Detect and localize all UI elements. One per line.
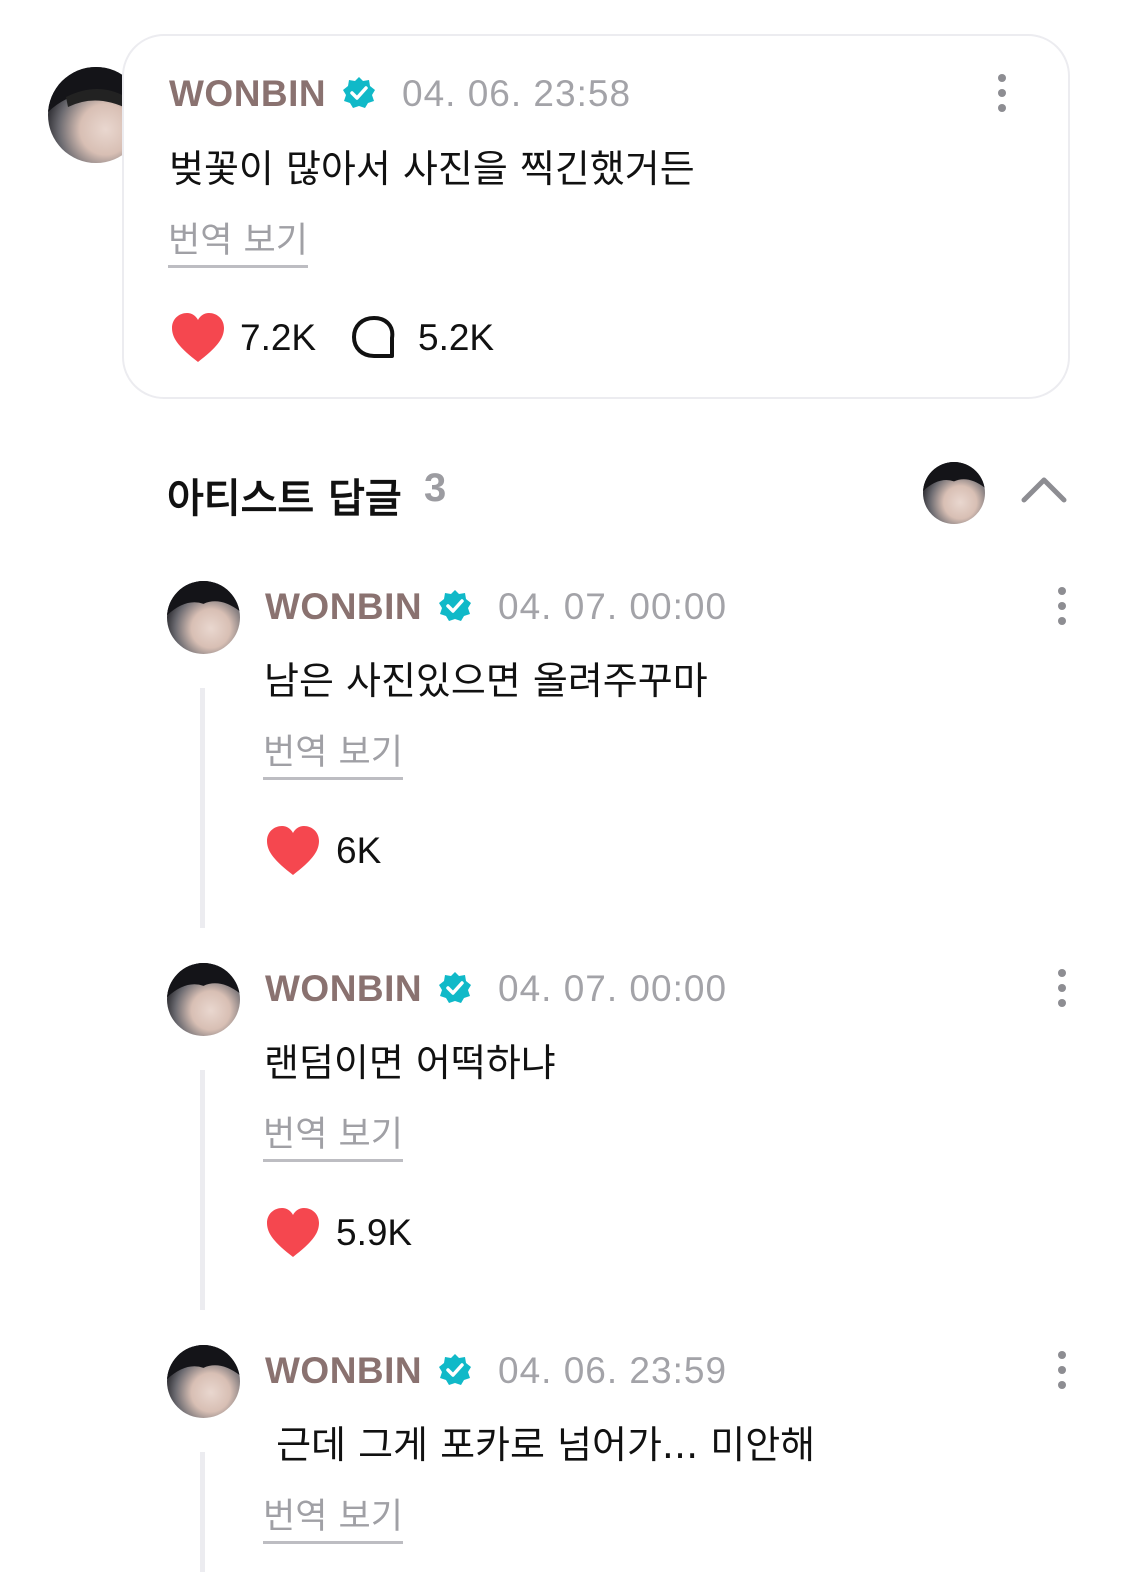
more-vertical-icon[interactable] — [1057, 969, 1067, 1009]
post-timestamp: 04. 06. 23:58 — [402, 73, 632, 114]
reply-text: 랜덤이면 어떡하냐 — [264, 1041, 556, 1085]
reply-author[interactable]: WONBIN — [265, 968, 422, 1010]
translate-link[interactable]: 번역 보기 — [263, 724, 403, 780]
translate-link[interactable]: 번역 보기 — [263, 1106, 403, 1162]
like-count: 6K — [336, 830, 382, 871]
thread-line — [200, 1070, 205, 1310]
verified-badge-icon — [439, 590, 471, 621]
verified-badge-icon — [439, 1354, 471, 1385]
more-vertical-icon[interactable] — [1057, 1351, 1067, 1391]
reply-timestamp: 04. 07. 00:00 — [498, 586, 728, 627]
verified-badge-icon — [343, 77, 375, 108]
reply-avatar[interactable] — [167, 1345, 240, 1418]
post-text: 벚꽃이 많아서 사진을 찍긴했거든 — [169, 147, 695, 191]
replies-section-title: 아티스트 답글 — [167, 476, 402, 522]
translate-link[interactable]: 번역 보기 — [168, 212, 308, 268]
author-name[interactable]: WONBIN — [169, 73, 326, 115]
replier-avatar[interactable] — [923, 462, 985, 524]
like-count: 7.2K — [240, 317, 317, 358]
reply-avatar[interactable] — [167, 963, 240, 1036]
comment-count: 5.2K — [418, 317, 495, 358]
replies-count: 3 — [424, 466, 447, 510]
reply-author[interactable]: WONBIN — [265, 586, 422, 628]
heart-icon[interactable] — [265, 825, 321, 877]
thread-line — [200, 688, 205, 928]
more-vertical-icon[interactable] — [997, 74, 1007, 114]
heart-icon[interactable] — [265, 1207, 321, 1259]
reply-author[interactable]: WONBIN — [265, 1350, 422, 1392]
like-count: 5.9K — [336, 1212, 413, 1253]
heart-icon[interactable] — [170, 312, 226, 364]
reply-timestamp: 04. 07. 00:00 — [498, 968, 728, 1009]
thread-line — [200, 1452, 205, 1572]
verified-badge-icon — [439, 972, 471, 1003]
reply-text: 남은 사진있으면 올려주꾸마 — [264, 659, 708, 703]
reply-avatar[interactable] — [167, 581, 240, 654]
chevron-up-icon[interactable] — [1020, 474, 1068, 504]
translate-link[interactable]: 번역 보기 — [263, 1488, 403, 1544]
comment-bubble-icon[interactable] — [350, 314, 398, 362]
more-vertical-icon[interactable] — [1057, 587, 1067, 627]
reply-timestamp: 04. 06. 23:59 — [498, 1350, 728, 1391]
reply-text: 근데 그게 포카로 넘어가... 미안해 — [264, 1423, 816, 1467]
